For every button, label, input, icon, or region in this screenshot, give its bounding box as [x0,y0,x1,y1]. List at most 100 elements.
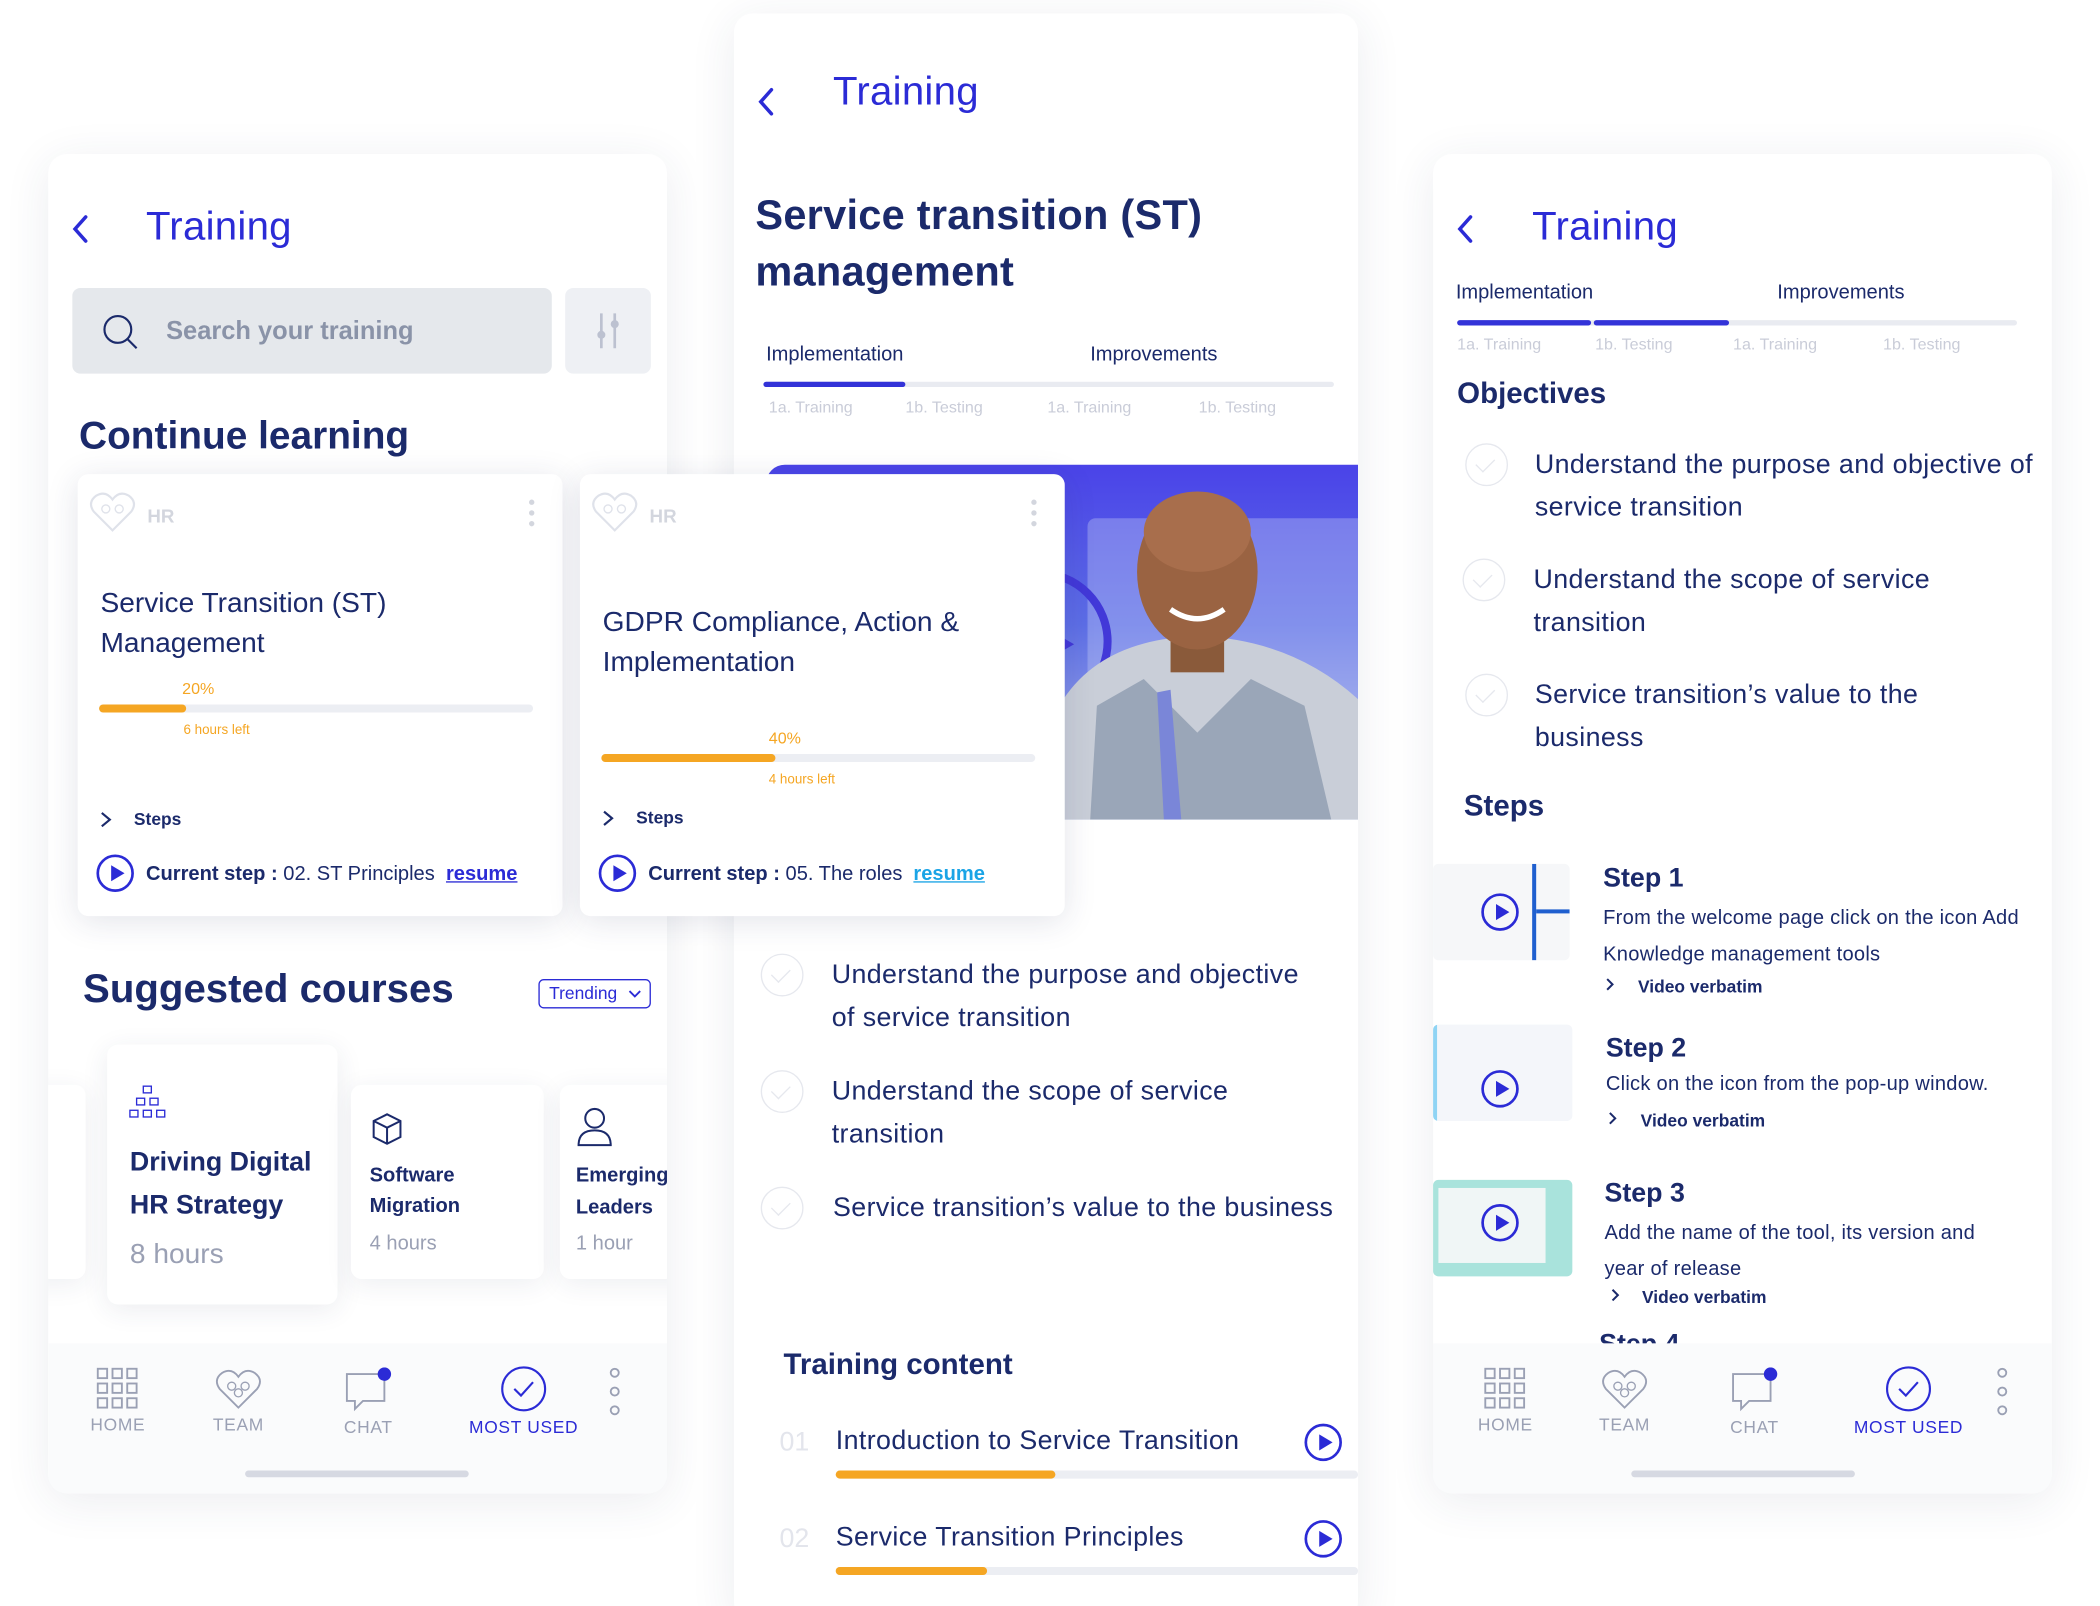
content-progress-track [835,1566,1359,1576]
objective-2-line1: Understand the scope of service [831,1076,1229,1107]
content-item[interactable]: 02 Service Transition Principles [779,1519,1359,1586]
tab-improvements[interactable]: Improvements [1777,281,1904,304]
step-thumbnail[interactable] [1433,1024,1573,1121]
page-title: Training [1532,204,1678,250]
trending-label: Trending [549,983,618,1004]
more-vertical-icon[interactable] [608,1367,621,1416]
more-vertical-icon[interactable] [528,498,536,527]
subtab-testing-2[interactable]: 1b. Testing [1883,335,1960,354]
course-title-line1: Emerging [575,1163,667,1187]
current-step-label: Current step : [145,862,278,886]
filter-sliders-icon [597,313,619,349]
play-icon[interactable] [1304,1423,1342,1462]
subtab-training-2[interactable]: 1a. Training [1047,398,1131,417]
video-verbatim-link[interactable]: Video verbatim [1641,1110,1766,1130]
step-thumbnail[interactable] [1433,863,1570,961]
step-description: Add the name of the tool, its version an… [1604,1215,1975,1287]
video-verbatim-link[interactable]: Video verbatim [1642,1287,1767,1307]
search-bar[interactable]: Search your training [72,287,552,374]
subtab-training[interactable]: 1a. Training [769,398,853,417]
objective-text: Understand the scope of service transiti… [1533,558,1930,644]
nav-most-used[interactable]: MOST USED [469,1365,579,1437]
play-icon[interactable] [598,854,637,892]
nav-chat[interactable]: CHAT [1721,1367,1788,1437]
chevron-right-icon[interactable] [1604,976,1615,992]
course-title-line2: HR Strategy [129,1190,284,1221]
course-card[interactable]: Software Migration 4 hours [350,1084,544,1280]
subtab-testing[interactable]: 1b. Testing [905,398,982,417]
chat-icon [1732,1367,1778,1412]
trending-dropdown[interactable]: Trending [538,979,651,1009]
course-duration: 4 hours [369,1232,437,1255]
continue-learning-heading: Continue learning [79,415,410,459]
nav-most-used-label: MOST USED [469,1416,579,1438]
play-icon[interactable] [1481,1204,1519,1242]
chevron-right-icon[interactable] [601,809,614,828]
course-title: Driving Digital HR Strategy [130,1141,312,1227]
step-title: Step 3 [1604,1178,1685,1209]
more-vertical-icon[interactable] [1030,498,1038,527]
nav-team[interactable]: TEAM [1592,1367,1656,1434]
content-progress-fill [835,1470,1056,1479]
back-arrow-icon[interactable] [1454,213,1475,245]
nav-home[interactable]: HOME [1473,1367,1537,1434]
filter-button[interactable] [565,287,651,374]
play-icon[interactable] [1481,1070,1519,1108]
objective-1-line2: of service transition [831,1003,1071,1033]
tab-progress-segment-1 [1457,320,1592,326]
resume-link[interactable]: resume [446,863,517,886]
check-circle-icon [1886,1366,1932,1412]
chevron-right-icon[interactable] [1607,1110,1618,1126]
play-icon[interactable] [1304,1520,1342,1558]
thumb-line [1536,909,1570,914]
content-number: 02 [779,1524,810,1554]
home-indicator [245,1470,469,1478]
box-icon [372,1113,402,1145]
tab-improvements[interactable]: Improvements [1090,343,1217,366]
back-arrow-icon[interactable] [70,213,91,245]
subtab-testing[interactable]: 1b. Testing [1595,335,1672,354]
objective-text: Understand the purpose and objective of … [1535,443,2033,529]
search-input[interactable]: Search your training [166,317,413,346]
resume-link[interactable]: resume [913,863,984,886]
page-title: Training [145,204,292,250]
subtab-training[interactable]: 1a. Training [1457,335,1541,354]
tab-implementation[interactable]: Implementation [766,343,903,366]
step-description-line1: From the welcome page click on the icon … [1603,906,2019,930]
objective-2-line2: transition [1533,608,1647,638]
nav-chat[interactable]: CHAT [335,1367,402,1437]
nav-team-label: TEAM [1599,1414,1651,1435]
objective-check-icon [1465,443,1509,487]
objective-text: Service transition’s value to the busine… [833,1193,1334,1223]
objective-check-icon [760,1070,804,1113]
card-title-line1: GDPR Compliance, Action & [602,606,960,638]
play-icon[interactable] [1481,893,1519,931]
continue-card[interactable]: HR GDPR Compliance, Action & Implementat… [579,474,1065,917]
course-card-partial[interactable] [48,1084,86,1280]
step-thumbnail[interactable] [1433,1179,1573,1277]
content-item[interactable]: 01 Introduction to Service Transition [779,1422,1359,1489]
subtab-training-2[interactable]: 1a. Training [1733,335,1817,354]
tab-implementation[interactable]: Implementation [1456,281,1593,304]
nav-home[interactable]: HOME [86,1367,150,1434]
nav-team-label: TEAM [212,1414,264,1435]
presenter-image [1063,491,1359,820]
more-vertical-icon[interactable] [1996,1367,2009,1416]
subtab-testing-2[interactable]: 1b. Testing [1199,398,1276,417]
card-title-line2: Management [100,628,265,659]
steps-toggle[interactable]: Steps [134,809,181,829]
nav-team[interactable]: TEAM [206,1367,270,1434]
continue-card[interactable]: HR Service Transition (ST) Management 20… [77,474,563,917]
play-icon[interactable] [96,854,134,892]
chevron-right-icon[interactable] [99,810,112,829]
nav-most-used[interactable]: MOST USED [1854,1365,1964,1437]
org-chart-icon [129,1085,166,1118]
course-card[interactable]: Driving Digital HR Strategy 8 hours [107,1044,338,1305]
back-arrow-icon[interactable] [755,86,776,118]
steps-toggle[interactable]: Steps [636,808,683,828]
course-title: Software Migration [370,1160,460,1222]
video-verbatim-link[interactable]: Video verbatim [1638,976,1763,996]
chevron-right-icon[interactable] [1610,1287,1621,1303]
course-card[interactable]: Emerging Leaders 1 hour [559,1084,667,1280]
progress-track [99,704,534,713]
